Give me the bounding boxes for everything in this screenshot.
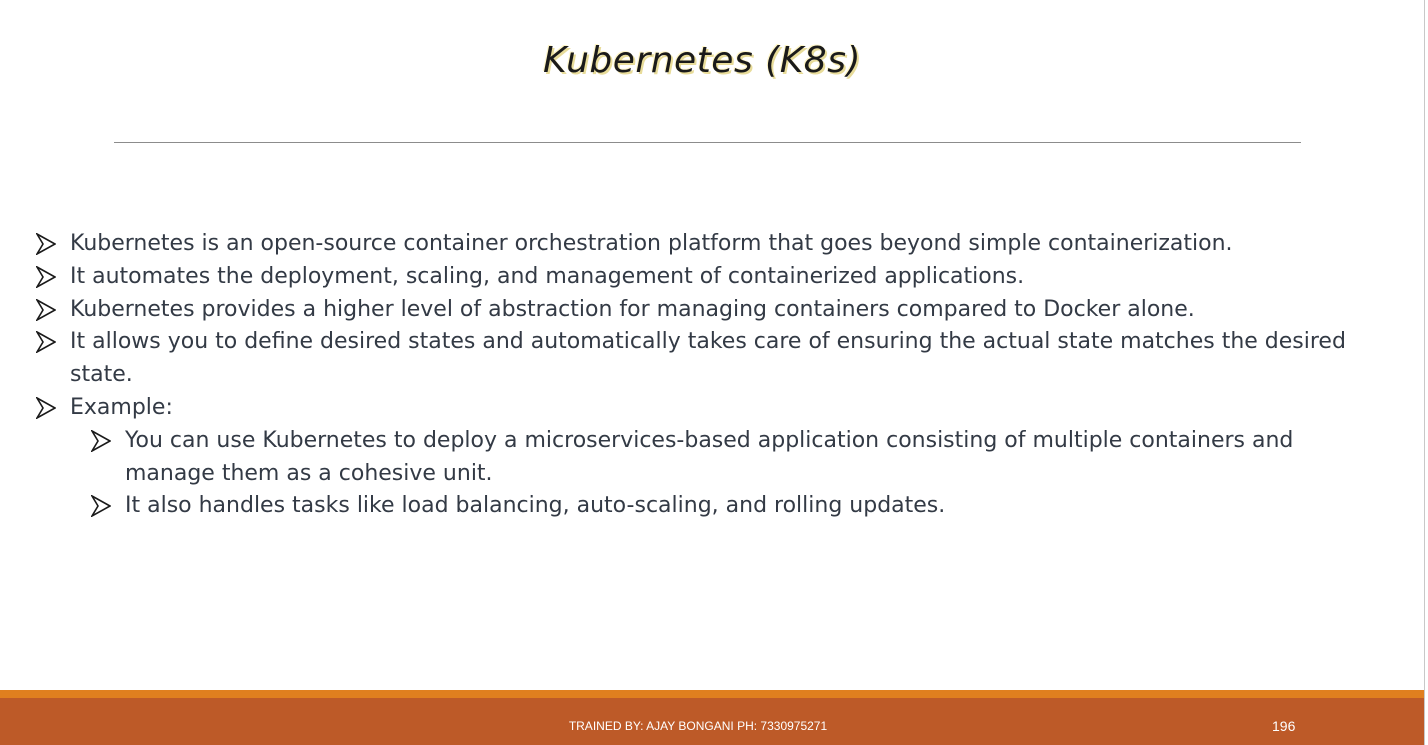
- bullet-list: Kubernetes is an open-source container o…: [36, 228, 1366, 523]
- arrowhead-bullet-icon: [36, 298, 56, 321]
- page-number: 196: [1272, 718, 1296, 734]
- sub-bullet-item: You can use Kubernetes to deploy a micro…: [91, 425, 1366, 491]
- title-divider: [114, 142, 1301, 143]
- bullet-item: It allows you to define desired states a…: [36, 326, 1366, 392]
- footer-band: TRAINED BY: AJAY BONGANI PH: 7330975271 …: [0, 698, 1424, 745]
- arrowhead-bullet-icon: [36, 396, 56, 419]
- bullet-item: Kubernetes provides a higher level of ab…: [36, 294, 1366, 327]
- slide-title: Kubernetes (K8s): [542, 40, 862, 81]
- sub-bullet-text: You can use Kubernetes to deploy a micro…: [125, 427, 1294, 486]
- arrowhead-bullet-icon: [36, 233, 56, 255]
- bullet-item: Kubernetes is an open-source container o…: [36, 228, 1366, 261]
- bullet-text: It automates the deployment, scaling, an…: [70, 263, 1025, 289]
- arrowhead-bullet-icon: [91, 495, 111, 518]
- bullet-text: It allows you to define desired states a…: [70, 329, 1346, 388]
- bullet-text: Kubernetes provides a higher level of ab…: [70, 296, 1195, 322]
- arrowhead-bullet-icon: [91, 429, 111, 452]
- footer-trainer-text: TRAINED BY: AJAY BONGANI PH: 7330975271: [568, 719, 828, 733]
- bullet-text: Example:: [70, 394, 173, 420]
- slide: Kubernetes (K8s) Kubernetes is an open-s…: [0, 0, 1425, 745]
- arrowhead-bullet-icon: [36, 265, 56, 288]
- sub-bullet-item: It also handles tasks like load balancin…: [91, 490, 1366, 523]
- bullet-text: Kubernetes is an open-source container o…: [70, 231, 1233, 256]
- bullet-item: Example:: [36, 392, 1366, 425]
- bullet-item: It automates the deployment, scaling, an…: [36, 261, 1366, 294]
- sub-bullet-text: It also handles tasks like load balancin…: [125, 493, 946, 519]
- arrowhead-bullet-icon: [36, 331, 56, 354]
- footer-accent-stripe: [0, 690, 1424, 698]
